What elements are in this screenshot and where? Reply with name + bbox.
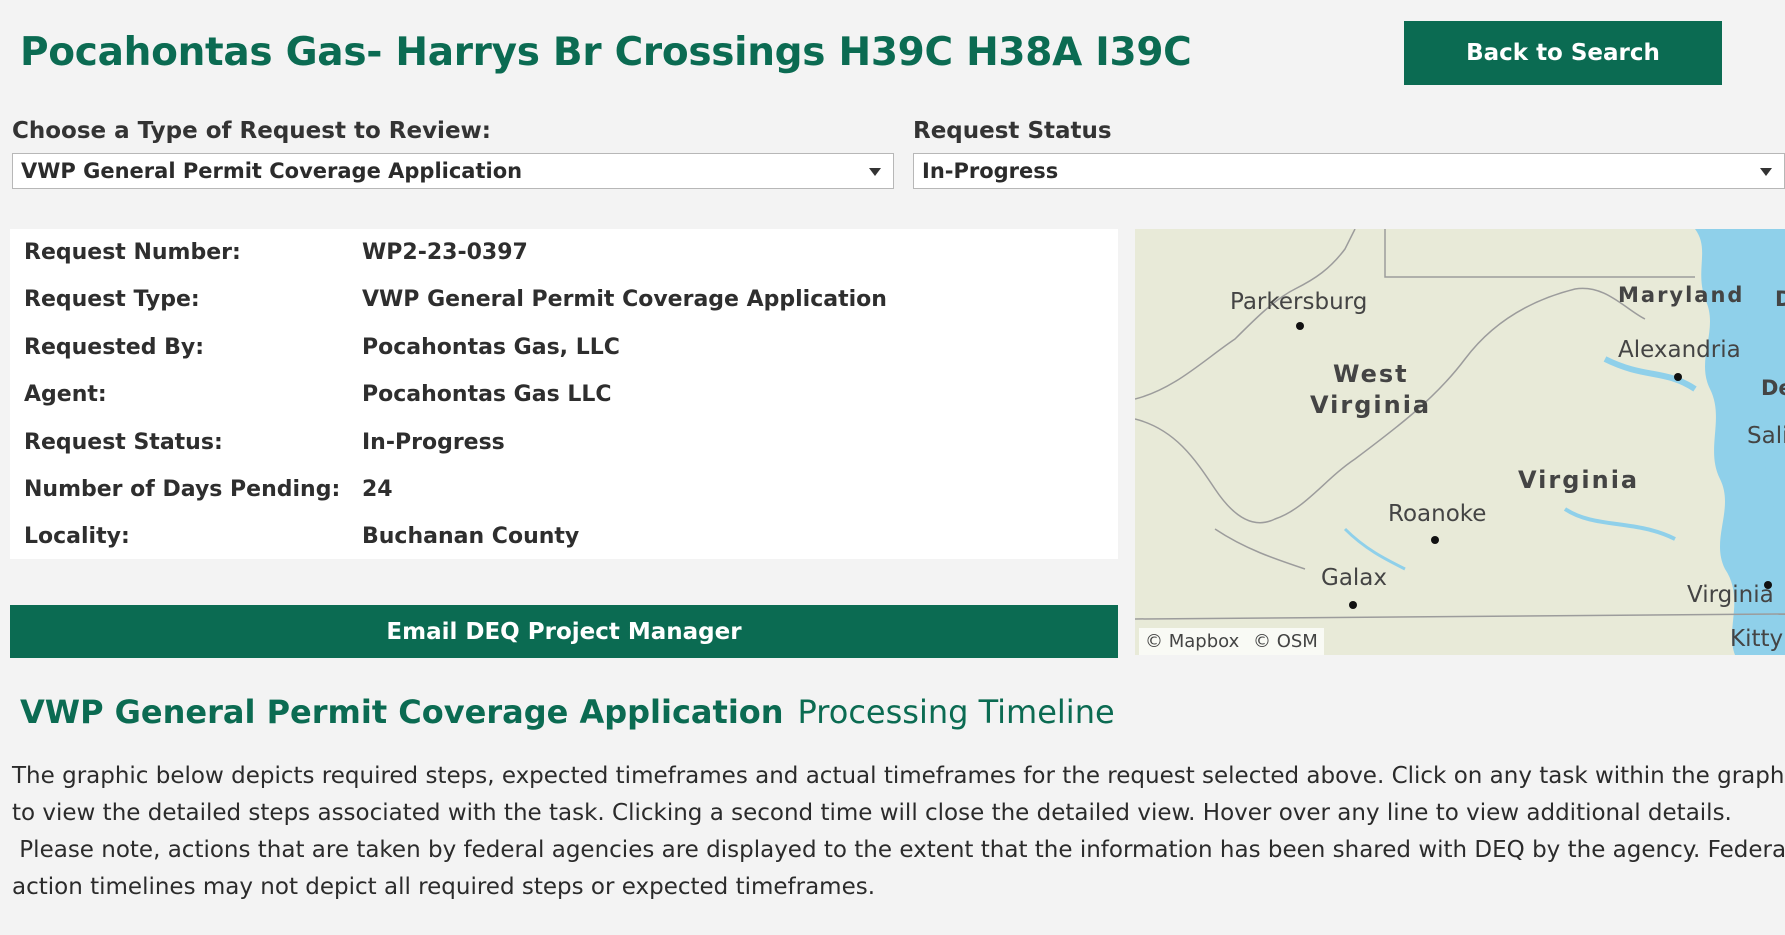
timeline-description: The graphic below depicts required steps…: [12, 758, 1785, 906]
detail-label: Request Type:: [24, 287, 200, 312]
request-details-panel: Request Number: WP2-23-0397 Request Type…: [10, 229, 1118, 559]
map-label-roanoke: Roanoke: [1388, 501, 1486, 527]
request-status-select[interactable]: In-Progress: [913, 153, 1785, 189]
description-line: to view the detailed steps associated wi…: [12, 800, 1732, 826]
detail-label: Number of Days Pending:: [24, 477, 341, 502]
attribution-osm[interactable]: © OSM: [1253, 631, 1318, 652]
state-border: [1214, 528, 1306, 570]
map-label-west: West: [1333, 360, 1409, 388]
map-label-kitty: Kitty: [1730, 626, 1783, 652]
map-label-parkersburg: Parkersburg: [1230, 289, 1367, 315]
state-border: [1135, 613, 1785, 620]
request-type-label: Choose a Type of Request to Review:: [12, 118, 491, 144]
location-map[interactable]: Parkersburg Maryland D Alexandria West V…: [1135, 229, 1785, 655]
request-type-select[interactable]: VWP General Permit Coverage Application: [12, 153, 894, 189]
timeline-heading: VWP General Permit Coverage Application P…: [20, 693, 1115, 731]
map-attribution[interactable]: © Mapbox © OSM: [1139, 628, 1324, 655]
email-project-manager-button[interactable]: Email DEQ Project Manager: [10, 605, 1118, 658]
description-line: The graphic below depicts required steps…: [12, 763, 1785, 789]
map-label-d: D: [1775, 287, 1785, 311]
city-dot-alexandria: [1674, 373, 1682, 381]
attribution-mapbox[interactable]: © Mapbox: [1145, 631, 1239, 652]
detail-label: Agent:: [24, 382, 107, 407]
detail-value: In-Progress: [362, 430, 505, 455]
chevron-down-icon: [1760, 168, 1772, 176]
map-label-sali: Sali: [1747, 423, 1785, 449]
detail-label: Request Number:: [24, 240, 241, 265]
detail-value: VWP General Permit Coverage Application: [362, 287, 887, 312]
timeline-heading-rest: Processing Timeline: [797, 693, 1115, 731]
map-label-virginia-beach: Virginia: [1687, 582, 1774, 608]
detail-label: Locality:: [24, 524, 130, 549]
map-label-galax: Galax: [1321, 565, 1387, 591]
city-dot-roanoke: [1431, 536, 1439, 544]
description-line: Please note, actions that are taken by f…: [12, 837, 1785, 863]
river: [1343, 527, 1406, 571]
detail-value: Buchanan County: [362, 524, 580, 549]
map-label-maryland: Maryland: [1618, 283, 1744, 307]
map-label-alexandria: Alexandria: [1618, 337, 1741, 363]
request-type-value: VWP General Permit Coverage Application: [21, 159, 523, 183]
detail-value: Pocahontas Gas LLC: [362, 382, 612, 407]
river: [1563, 507, 1676, 541]
page-title: Pocahontas Gas- Harrys Br Crossings H39C…: [20, 30, 1192, 75]
detail-value: WP2-23-0397: [362, 240, 528, 265]
detail-label: Requested By:: [24, 335, 205, 360]
map-label-virginia: Virginia: [1518, 466, 1639, 494]
description-line: action timelines may not depict all requ…: [12, 874, 876, 900]
map-label-de: De: [1761, 376, 1785, 400]
request-status-value: In-Progress: [922, 159, 1059, 183]
detail-value: 24: [362, 477, 393, 502]
city-dot-galax: [1349, 601, 1357, 609]
detail-value: Pocahontas Gas, LLC: [362, 335, 620, 360]
map-canvas: Parkersburg Maryland D Alexandria West V…: [1135, 229, 1785, 655]
map-label-virginia-wv: Virginia: [1310, 391, 1431, 419]
river: [1603, 356, 1697, 392]
back-to-search-button[interactable]: Back to Search: [1404, 21, 1722, 85]
chevron-down-icon: [869, 168, 881, 176]
city-dot-parkersburg: [1296, 322, 1304, 330]
request-status-label: Request Status: [913, 118, 1112, 144]
timeline-heading-type: VWP General Permit Coverage Application: [20, 693, 784, 731]
detail-label: Request Status:: [24, 430, 223, 455]
state-border: [1384, 229, 1695, 278]
